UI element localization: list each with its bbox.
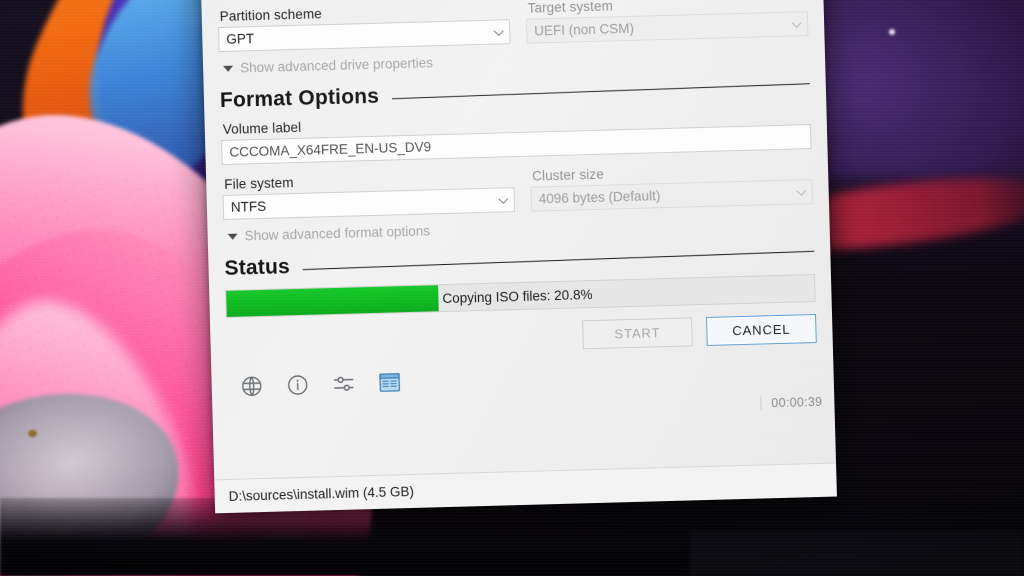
chevron-down-icon <box>223 65 234 72</box>
elapsed-timer: 00:00:39 <box>760 394 829 411</box>
cancel-button[interactable]: CANCEL <box>706 313 817 346</box>
file-system-select[interactable]: NTFS <box>222 187 516 220</box>
chevron-down-icon <box>227 233 238 240</box>
cluster-size-group: Cluster size 4096 bytes (Default) <box>530 161 814 212</box>
filesystem-cluster-row: File system NTFS Cluster size 4096 bytes… <box>222 161 814 220</box>
timer-row: 00:00:39 <box>228 394 829 431</box>
wallpaper-specular-dot <box>889 29 895 35</box>
partition-scheme-value: GPT <box>226 31 255 47</box>
cluster-size-value: 4096 bytes (Default) <box>538 188 661 207</box>
show-advanced-drive-properties-toggle[interactable]: Show advanced drive properties <box>223 45 809 76</box>
start-button[interactable]: START <box>582 317 693 350</box>
action-buttons: START CANCEL <box>226 313 817 359</box>
target-system-value: UEFI (non CSM) <box>534 20 635 39</box>
show-advanced-format-options-toggle[interactable]: Show advanced format options <box>227 213 813 244</box>
desk-object-detail <box>28 430 37 437</box>
section-divider <box>392 82 810 99</box>
screen-bottom-shadow-right <box>690 532 1024 576</box>
status-title: Status <box>224 255 291 280</box>
target-system-select[interactable]: UEFI (non CSM) <box>525 11 809 44</box>
settings-sliders-icon[interactable] <box>331 371 356 396</box>
partition-scheme-group: Partition scheme GPT <box>218 1 511 53</box>
progress-status-text: Copying ISO files: 20.8% <box>442 286 593 306</box>
chevron-down-icon <box>791 17 802 28</box>
show-advanced-drive-properties-label: Show advanced drive properties <box>239 55 434 76</box>
info-icon[interactable] <box>285 373 310 398</box>
status-bar-text: D:\sources\install.wim (4.5 GB) <box>228 483 415 504</box>
file-system-value: NTFS <box>230 198 267 215</box>
globe-icon[interactable] <box>239 374 264 399</box>
cluster-size-select[interactable]: 4096 bytes (Default) <box>530 179 814 212</box>
file-system-group: File system NTFS <box>222 169 516 220</box>
log-icon[interactable] <box>377 370 402 395</box>
volume-label-group: Volume label CCCOMA_X64FRE_EN-US_DV9 <box>221 106 812 166</box>
chevron-down-icon <box>493 25 504 36</box>
target-system-group: Target system UEFI (non CSM) <box>525 0 809 44</box>
rufus-window: Partition scheme GPT Target system UEFI … <box>199 0 837 514</box>
drive-properties-row: Partition scheme GPT Target system UEFI … <box>218 0 809 53</box>
chevron-down-icon <box>498 193 509 204</box>
progress-bar: Copying ISO files: 20.8% <box>225 274 816 318</box>
chevron-down-icon <box>796 185 807 196</box>
section-divider <box>302 250 815 270</box>
format-options-header: Format Options <box>220 73 810 113</box>
show-advanced-format-options-label: Show advanced format options <box>244 223 431 244</box>
partition-scheme-select[interactable]: GPT <box>218 19 511 53</box>
status-header: Status <box>224 241 815 281</box>
format-options-title: Format Options <box>219 84 380 113</box>
window-body: Partition scheme GPT Target system UEFI … <box>199 0 837 480</box>
volume-label-value: CCCOMA_X64FRE_EN-US_DV9 <box>229 139 432 160</box>
icon-tray <box>227 359 817 399</box>
